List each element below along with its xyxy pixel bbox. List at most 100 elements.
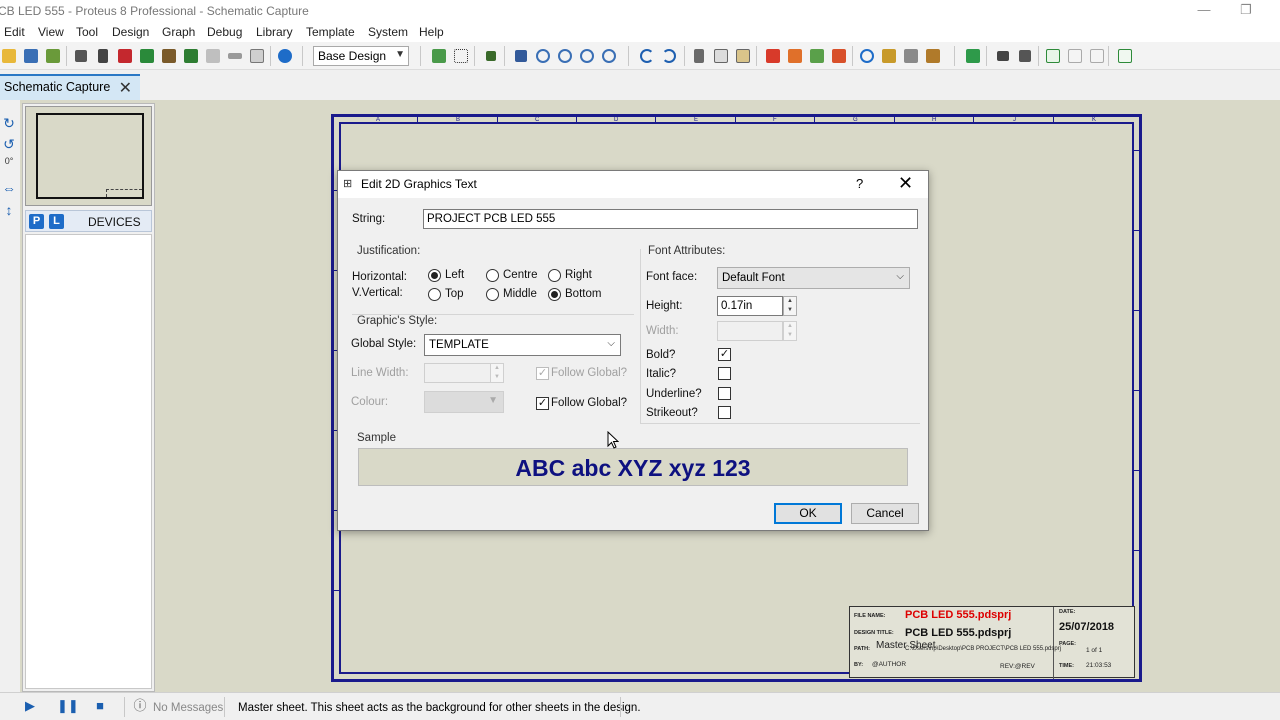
menu-graph[interactable]: Graph <box>162 25 195 39</box>
zoom-in-icon[interactable] <box>534 47 552 65</box>
radio-v-top-label[interactable]: Top <box>445 288 464 300</box>
design-variant-combo[interactable]: Base Design ▼ <box>313 46 409 66</box>
copy-icon[interactable] <box>712 47 730 65</box>
block-delete-icon[interactable] <box>830 47 848 65</box>
radio-h-left-label[interactable]: Left <box>445 269 464 281</box>
rotate-clockwise-icon[interactable]: ↻ <box>0 115 18 131</box>
undo-icon[interactable] <box>638 47 656 65</box>
follow-global-colour-checkbox[interactable]: ✓ <box>536 397 549 410</box>
search-tag-icon[interactable] <box>994 47 1012 65</box>
radio-v-top[interactable] <box>428 288 441 301</box>
new-sheet-icon[interactable] <box>1044 47 1062 65</box>
sheet-title-block: FILE NAME: PCB LED 555.pdsprj DESIGN TIT… <box>849 606 1135 679</box>
radio-v-middle-label[interactable]: Middle <box>503 288 537 300</box>
follow-global-colour-label[interactable]: Follow Global? <box>551 397 627 409</box>
file-name-label: FILE NAME: <box>854 613 886 619</box>
packaging-tool-icon[interactable] <box>902 47 920 65</box>
home-icon[interactable] <box>72 47 90 65</box>
play-icon[interactable]: ▶ <box>23 699 37 713</box>
close-tab-icon[interactable]: ✕ <box>119 78 132 98</box>
string-input[interactable]: PROJECT PCB LED 555 <box>423 209 918 229</box>
close-dialog-button[interactable]: ✕ <box>898 173 913 194</box>
3d-icon[interactable] <box>160 47 178 65</box>
info-icon: ⓘ <box>133 698 147 713</box>
block-copy-icon[interactable] <box>764 47 782 65</box>
dialog-titlebar[interactable]: ⊞ Edit 2D Graphics Text ? ✕ <box>338 171 928 198</box>
tab-schematic-capture[interactable]: Schematic Capture ✕ <box>0 74 140 100</box>
cancel-button[interactable]: Cancel <box>851 503 919 524</box>
paste-icon[interactable] <box>734 47 752 65</box>
overview-window[interactable] <box>25 106 152 206</box>
device-list[interactable] <box>25 234 152 689</box>
radio-v-middle[interactable] <box>486 288 499 301</box>
menu-edit[interactable]: Edit <box>4 25 25 39</box>
redo-icon[interactable] <box>660 47 678 65</box>
list-icon[interactable] <box>226 47 244 65</box>
library-manager-button[interactable]: L <box>49 214 64 229</box>
schematic-icon[interactable] <box>94 47 112 65</box>
refresh-icon[interactable] <box>430 47 448 65</box>
radio-h-centre[interactable] <box>486 269 499 282</box>
ok-button[interactable]: OK <box>774 503 842 524</box>
radio-h-right-label[interactable]: Right <box>565 269 592 281</box>
height-spinner[interactable]: ▲ ▼ <box>783 296 797 316</box>
mirror-vertical-icon[interactable]: ↕ <box>0 202 18 218</box>
height-input[interactable]: 0.17in <box>717 296 783 316</box>
import-icon[interactable] <box>44 47 62 65</box>
cut-icon[interactable] <box>690 47 708 65</box>
menu-tool[interactable]: Tool <box>76 25 98 39</box>
pick-device-icon[interactable] <box>858 47 876 65</box>
block-rotate-icon[interactable] <box>808 47 826 65</box>
menu-debug[interactable]: Debug <box>207 25 242 39</box>
remove-sheet-icon[interactable] <box>1066 47 1084 65</box>
property-assignment-icon[interactable] <box>1016 47 1034 65</box>
maximize-button[interactable]: ❐ <box>1232 2 1260 20</box>
zoom-area-icon[interactable] <box>600 47 618 65</box>
pause-icon[interactable]: ❚❚ <box>57 699 79 713</box>
grid-icon[interactable] <box>452 47 470 65</box>
wire-autorouter-icon[interactable] <box>964 47 982 65</box>
pcb-icon[interactable] <box>116 47 134 65</box>
radio-v-bottom[interactable] <box>548 288 561 301</box>
block-move-icon[interactable] <box>786 47 804 65</box>
zoom-all-icon[interactable] <box>578 47 596 65</box>
menu-view[interactable]: View <box>38 25 64 39</box>
decompose-icon[interactable] <box>924 47 942 65</box>
zoom-out-icon[interactable] <box>556 47 574 65</box>
minimize-button[interactable]: — <box>1190 2 1218 20</box>
origin-icon[interactable] <box>482 47 500 65</box>
menu-help[interactable]: Help <box>419 25 444 39</box>
radio-v-bottom-label[interactable]: Bottom <box>565 288 601 300</box>
help-icon[interactable] <box>276 47 294 65</box>
simulate-icon[interactable] <box>138 47 156 65</box>
italic-checkbox[interactable] <box>718 367 731 380</box>
bom-icon[interactable] <box>182 47 200 65</box>
exit-sheet-icon[interactable] <box>1088 47 1106 65</box>
netlist-icon[interactable] <box>1116 47 1134 65</box>
stop-icon[interactable]: ■ <box>93 699 107 713</box>
menu-design[interactable]: Design <box>112 25 149 39</box>
help-button[interactable]: ? <box>856 176 863 191</box>
document-icon[interactable] <box>248 47 266 65</box>
font-face-select[interactable]: Default Font ⌵ <box>717 267 910 289</box>
radio-h-right[interactable] <box>548 269 561 282</box>
mirror-horizontal-icon[interactable]: ⇔ <box>0 180 18 196</box>
menu-template[interactable]: Template <box>306 25 355 39</box>
open-folder-icon[interactable] <box>0 47 18 65</box>
menu-system[interactable]: System <box>368 25 408 39</box>
menu-library[interactable]: Library <box>256 25 293 39</box>
save-icon[interactable] <box>22 47 40 65</box>
pan-icon[interactable] <box>512 47 530 65</box>
underline-checkbox[interactable] <box>718 387 731 400</box>
radio-h-left[interactable] <box>428 269 441 282</box>
radio-h-centre-label[interactable]: Centre <box>503 269 538 281</box>
rotation-angle[interactable]: 0° <box>0 156 18 172</box>
rotate-anticlockwise-icon[interactable]: ↺ <box>0 136 18 152</box>
pick-devices-button[interactable]: P <box>29 214 44 229</box>
messages-status[interactable]: No Messages <box>153 702 223 714</box>
make-device-icon[interactable] <box>880 47 898 65</box>
notes-icon[interactable] <box>204 47 222 65</box>
bold-checkbox[interactable]: ✓ <box>718 348 731 361</box>
global-style-select[interactable]: TEMPLATE ⌵ <box>424 334 621 356</box>
strikeout-checkbox[interactable] <box>718 406 731 419</box>
